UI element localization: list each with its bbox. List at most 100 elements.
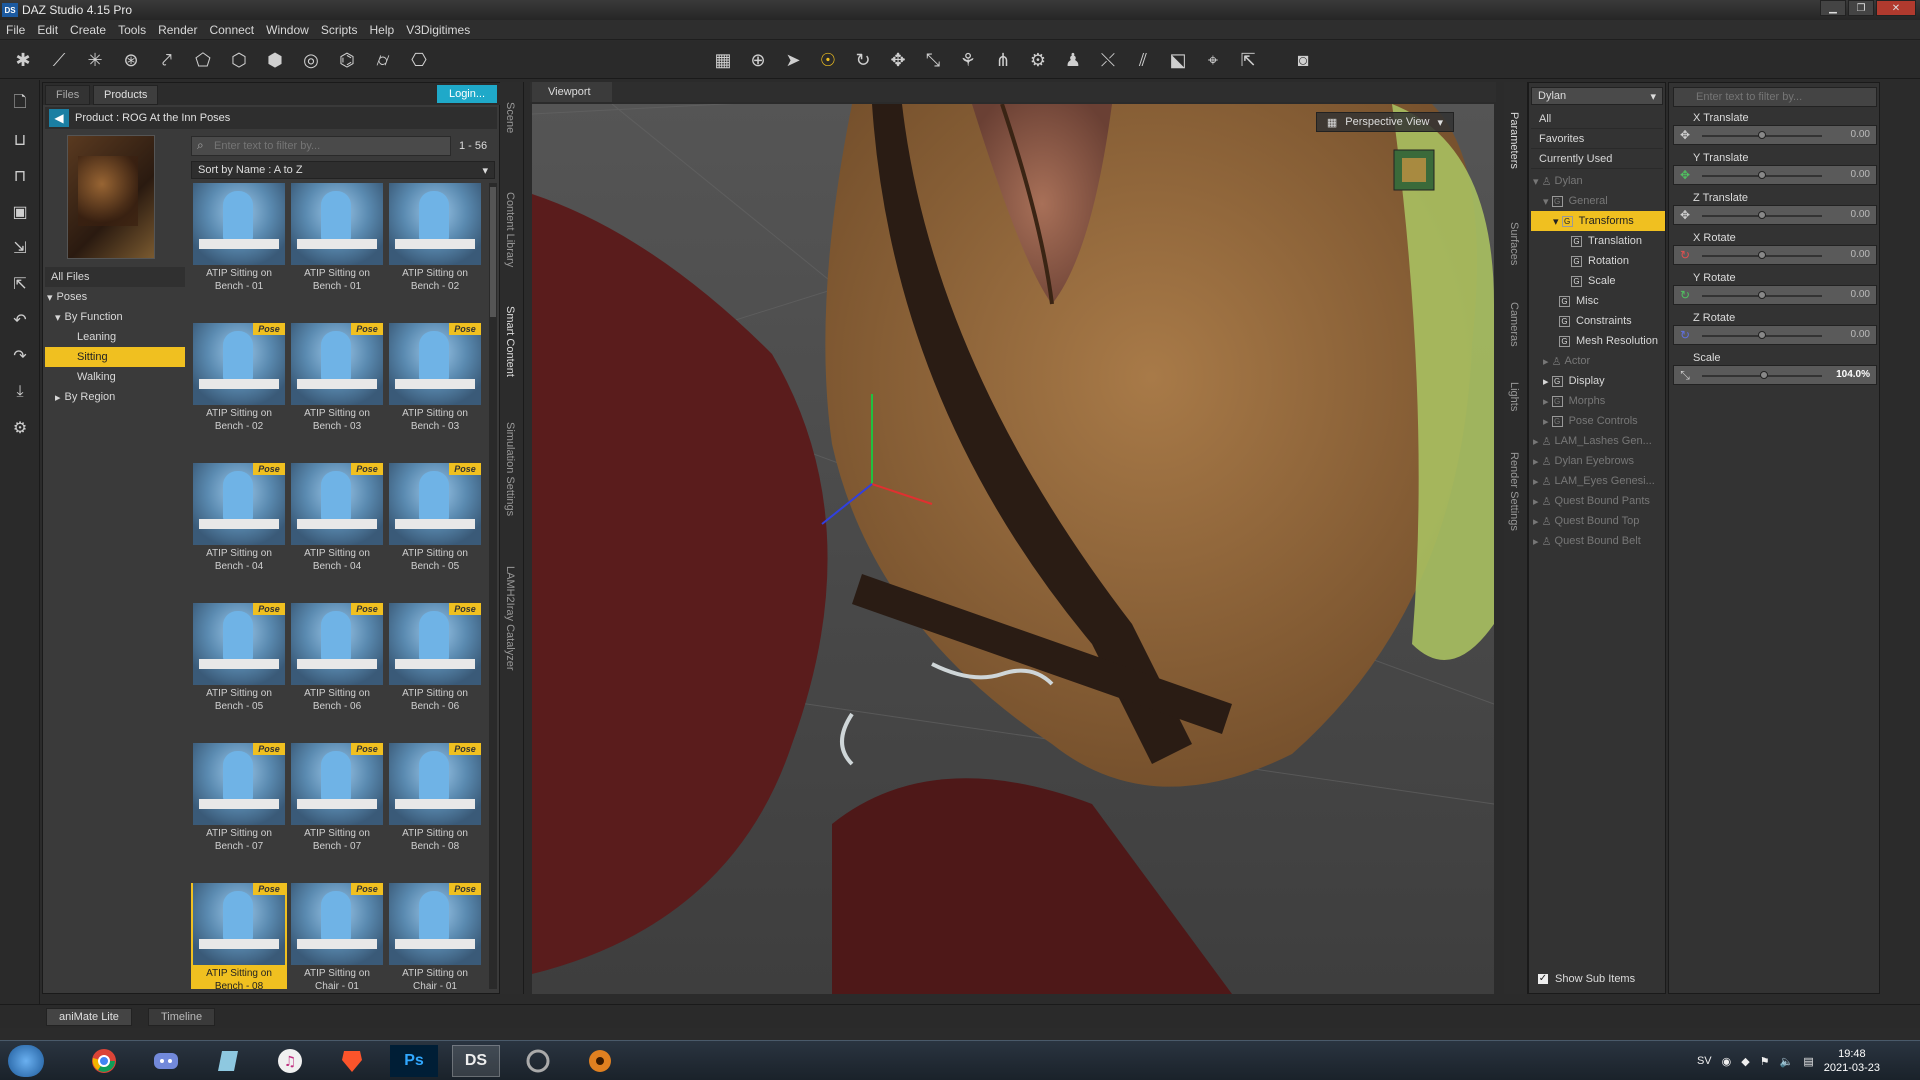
scale-icon[interactable]: ⤡ bbox=[920, 47, 946, 73]
export-icon[interactable]: ⇱ bbox=[8, 272, 32, 296]
discord-icon[interactable] bbox=[142, 1045, 190, 1077]
asset-scrollbar[interactable] bbox=[489, 183, 497, 989]
surface-paint-icon[interactable]: ⋔ bbox=[990, 47, 1016, 73]
menu-render[interactable]: Render bbox=[158, 23, 197, 37]
parameter-slider[interactable]: ✥ 0.00 bbox=[1673, 165, 1877, 185]
edge-icon[interactable]: ⤬ bbox=[1095, 47, 1121, 73]
parameter-slider[interactable]: ⤡ 104.0% bbox=[1673, 365, 1877, 385]
group-morphs[interactable]: ▸ G Morphs bbox=[1531, 391, 1665, 411]
scrollbar-thumb[interactable] bbox=[490, 187, 496, 317]
asset-tile[interactable]: Pose ATIP Sitting on Bench - 07 bbox=[289, 743, 385, 875]
brave-icon[interactable] bbox=[328, 1045, 376, 1077]
rotate-icon[interactable]: ↻ bbox=[850, 47, 876, 73]
tab-products[interactable]: Products bbox=[93, 85, 159, 105]
group-mesh-resolution[interactable]: G Mesh Resolution bbox=[1531, 331, 1665, 351]
parameter-value[interactable]: 0.00 bbox=[1851, 329, 1870, 340]
slider-knob[interactable] bbox=[1758, 291, 1766, 299]
drop-to-floor-icon[interactable]: ⤓ bbox=[8, 380, 32, 404]
asset-tile[interactable]: Pose ATIP Sitting on Bench - 04 bbox=[289, 463, 385, 595]
camera-dropdown[interactable]: ▦ Perspective View ▾ bbox=[1315, 112, 1454, 132]
surface-selection-icon[interactable]: ⤤ bbox=[154, 47, 180, 73]
node-quest-pants[interactable]: ▸ ♙ Quest Bound Pants bbox=[1531, 491, 1665, 511]
photoshop-icon[interactable]: Ps bbox=[390, 1045, 438, 1077]
node-dylan[interactable]: ▾ ♙ Dylan bbox=[1531, 171, 1665, 191]
tree-walking[interactable]: Walking bbox=[45, 367, 185, 387]
region-navigator-icon[interactable]: ◎ bbox=[298, 47, 324, 73]
group-actor[interactable]: ▸ ♙ Actor bbox=[1531, 351, 1665, 371]
close-button[interactable]: ✕ bbox=[1876, 0, 1916, 16]
group-constraints[interactable]: G Constraints bbox=[1531, 311, 1665, 331]
slider-knob[interactable] bbox=[1760, 371, 1769, 379]
open-file-icon[interactable]: ⊔ bbox=[8, 128, 32, 152]
universal-tool-icon[interactable]: ⊕ bbox=[745, 47, 771, 73]
menu-connect[interactable]: Connect bbox=[209, 23, 254, 37]
slider-knob[interactable] bbox=[1758, 331, 1766, 339]
group-general[interactable]: ▾ G General bbox=[1531, 191, 1665, 211]
slider-knob[interactable] bbox=[1758, 251, 1766, 259]
menu-tools[interactable]: Tools bbox=[118, 23, 146, 37]
language-indicator[interactable]: SV bbox=[1697, 1055, 1712, 1067]
hair-tool-icon[interactable]: ⫽ bbox=[1130, 47, 1156, 73]
login-button[interactable]: Login... bbox=[437, 85, 497, 103]
collapse-arrow-icon[interactable]: ▸ bbox=[1533, 495, 1539, 508]
tree-leaning[interactable]: Leaning bbox=[45, 327, 185, 347]
undo-icon[interactable]: ↶ bbox=[8, 308, 32, 332]
spot-render-icon[interactable]: ⬠ bbox=[190, 47, 216, 73]
slider-knob[interactable] bbox=[1758, 171, 1766, 179]
asset-tile[interactable]: Pose ATIP Sitting on Bench - 06 bbox=[289, 603, 385, 735]
grid-icon[interactable]: ▦ bbox=[710, 47, 736, 73]
asset-tile[interactable]: Pose ATIP Sitting on Bench - 03 bbox=[387, 323, 483, 455]
tree-sitting[interactable]: Sitting bbox=[45, 347, 185, 367]
menu-file[interactable]: File bbox=[6, 23, 25, 37]
node-lam-lashes[interactable]: ▸ ♙ LAM_Lashes Gen... bbox=[1531, 431, 1665, 451]
network-icon[interactable]: ▤ bbox=[1803, 1055, 1813, 1068]
node-quest-belt[interactable]: ▸ ♙ Quest Bound Belt bbox=[1531, 531, 1665, 551]
parameter-slider[interactable]: ↻ 0.00 bbox=[1673, 325, 1877, 345]
nvidia-tray-icon[interactable]: ◆ bbox=[1741, 1055, 1749, 1068]
parameter-slider[interactable]: ✥ 0.00 bbox=[1673, 125, 1877, 145]
group-misc[interactable]: G Misc bbox=[1531, 291, 1665, 311]
parameter-value[interactable]: 0.00 bbox=[1851, 289, 1870, 300]
parameter-value[interactable]: 0.00 bbox=[1851, 129, 1870, 140]
asset-tile[interactable]: Pose ATIP Sitting on Bench - 03 bbox=[289, 323, 385, 455]
joint-editor-tool-icon[interactable]: ⚙ bbox=[1025, 47, 1051, 73]
camera-tool-icon[interactable]: ⌖ bbox=[1200, 47, 1226, 73]
active-pose-icon[interactable]: ☉ bbox=[815, 47, 841, 73]
save-icon[interactable]: ▣ bbox=[8, 200, 32, 224]
asset-tile[interactable]: Pose ATIP Sitting on Bench - 06 bbox=[387, 603, 483, 735]
collapse-arrow-icon[interactable]: ▸ bbox=[1543, 375, 1549, 388]
tab-animate-lite[interactable]: aniMate Lite bbox=[46, 1008, 132, 1026]
volume-icon[interactable]: 🔈 bbox=[1780, 1055, 1794, 1068]
parameter-slider[interactable]: ↻ 0.00 bbox=[1673, 245, 1877, 265]
redo-icon[interactable]: ↷ bbox=[8, 344, 32, 368]
clock[interactable]: 19:48 2021-03-23 bbox=[1824, 1047, 1880, 1075]
product-thumbnail[interactable] bbox=[67, 135, 155, 259]
geometry-sculptor-icon[interactable]: ⬡ bbox=[226, 47, 252, 73]
asset-tile[interactable]: ATIP Sitting on Bench - 02 bbox=[387, 183, 483, 315]
translate-icon[interactable]: ✥ bbox=[885, 47, 911, 73]
notes-app-icon[interactable] bbox=[204, 1045, 252, 1077]
tab-scene[interactable]: Scene bbox=[504, 102, 516, 133]
group-translation[interactable]: G Translation bbox=[1531, 231, 1665, 251]
sort-dropdown[interactable]: Sort by Name : A to Z ▾ bbox=[191, 161, 495, 179]
asset-tile[interactable]: Pose ATIP Sitting on Chair - 01 bbox=[387, 883, 483, 989]
flag-icon[interactable]: ⚑ bbox=[1760, 1055, 1770, 1068]
asset-tile[interactable]: ATIP Sitting on Bench - 01 bbox=[289, 183, 385, 315]
node-weight-icon[interactable]: ✳ bbox=[82, 47, 108, 73]
maximize-button[interactable]: ❐ bbox=[1848, 0, 1874, 16]
merge-file-icon[interactable]: ⊓ bbox=[8, 164, 32, 188]
minimize-button[interactable]: ▁ bbox=[1820, 0, 1846, 16]
tab-cameras[interactable]: Cameras bbox=[1508, 302, 1520, 347]
3d-viewport[interactable]: ▦ Perspective View ▾ bbox=[532, 104, 1494, 994]
collapse-arrow-icon[interactable]: ▸ bbox=[1543, 395, 1549, 408]
parameter-value[interactable]: 0.00 bbox=[1851, 169, 1870, 180]
tab-simulation-settings[interactable]: Simulation Settings bbox=[504, 422, 516, 516]
tab-timeline[interactable]: Timeline bbox=[148, 1008, 216, 1026]
tab-lamh2iray[interactable]: LAMH2Iray Catalyzer bbox=[504, 566, 516, 671]
menu-edit[interactable]: Edit bbox=[37, 23, 58, 37]
expand-arrow-icon[interactable]: ▾ bbox=[55, 311, 61, 324]
menu-v3digitimes[interactable]: V3Digitimes bbox=[406, 23, 470, 37]
menu-scripts[interactable]: Scripts bbox=[321, 23, 358, 37]
tree-all-files[interactable]: All Files bbox=[45, 267, 185, 287]
node-paint-icon[interactable]: ⚘ bbox=[955, 47, 981, 73]
